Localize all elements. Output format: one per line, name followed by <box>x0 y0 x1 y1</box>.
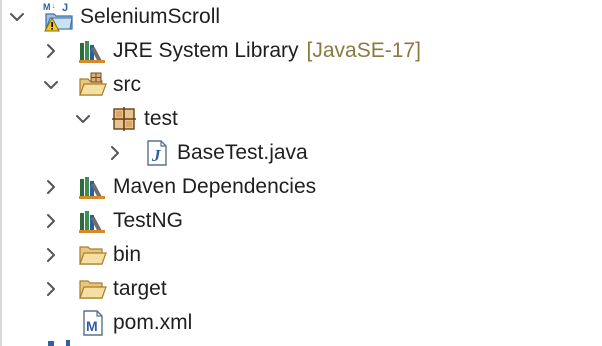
tree-item-label: bin <box>113 243 142 266</box>
tree-item-jre-library[interactable]: JRE System Library [JavaSE-17] <box>0 34 602 68</box>
library-icon <box>79 177 105 199</box>
library-icon <box>79 41 105 63</box>
next-project-icon <box>48 340 70 346</box>
library-icon <box>79 211 105 233</box>
java-file-icon: J <box>147 140 167 166</box>
chevron-right-icon[interactable] <box>42 246 60 264</box>
chevron-right-icon[interactable] <box>42 42 60 60</box>
library-version-decoration: [JavaSE-17] <box>306 39 421 62</box>
source-folder-icon <box>79 72 107 96</box>
tree-item-testng[interactable]: TestNG <box>0 204 602 238</box>
tree-item-basetest-java[interactable]: J BaseTest.java <box>0 136 602 170</box>
chevron-right-icon[interactable] <box>42 212 60 230</box>
svg-text:↓: ↓ <box>52 3 56 10</box>
maven-project-warning-icon: M ↓ J <box>43 2 73 32</box>
tree-item-label: BaseTest.java <box>177 141 308 164</box>
tree-item-test-package[interactable]: test <box>0 102 602 136</box>
maven-pom-icon: M <box>83 310 103 336</box>
chevron-right-icon[interactable] <box>42 280 60 298</box>
svg-text:J: J <box>151 146 161 165</box>
tree-item-src[interactable]: src <box>0 68 602 102</box>
tree-item-maven-dependencies[interactable]: Maven Dependencies <box>0 170 602 204</box>
chevron-down-icon[interactable] <box>42 76 60 94</box>
chevron-right-icon[interactable] <box>106 144 124 162</box>
tree-item-label: JRE System Library [JavaSE-17] <box>113 39 421 62</box>
tree-item-label: SeleniumScroll <box>80 5 221 28</box>
folder-icon <box>79 246 107 265</box>
tree-item-project[interactable]: M ↓ J SeleniumScroll <box>0 0 602 34</box>
package-explorer-tree: M ↓ J SeleniumScroll JRE System Library[… <box>0 0 602 346</box>
chevron-down-icon[interactable] <box>8 8 26 26</box>
tree-item-target[interactable]: target <box>0 272 602 306</box>
svg-text:J: J <box>62 2 68 14</box>
tree-item-label: TestNG <box>113 209 184 232</box>
package-icon <box>112 107 136 131</box>
tree-item-pom-xml[interactable]: M pom.xml <box>0 306 602 340</box>
tree-item-label: target <box>113 277 167 300</box>
tree-item-label: src <box>113 73 141 96</box>
tree-item-label: test <box>144 107 178 130</box>
chevron-right-icon[interactable] <box>42 178 60 196</box>
tree-item-bin[interactable]: bin <box>0 238 602 272</box>
folder-icon <box>79 280 107 299</box>
svg-text:M: M <box>43 2 51 12</box>
svg-text:M: M <box>86 318 98 334</box>
chevron-down-icon[interactable] <box>74 110 92 128</box>
tree-item-label: Maven Dependencies <box>113 175 317 198</box>
tree-item-label: pom.xml <box>113 311 193 334</box>
